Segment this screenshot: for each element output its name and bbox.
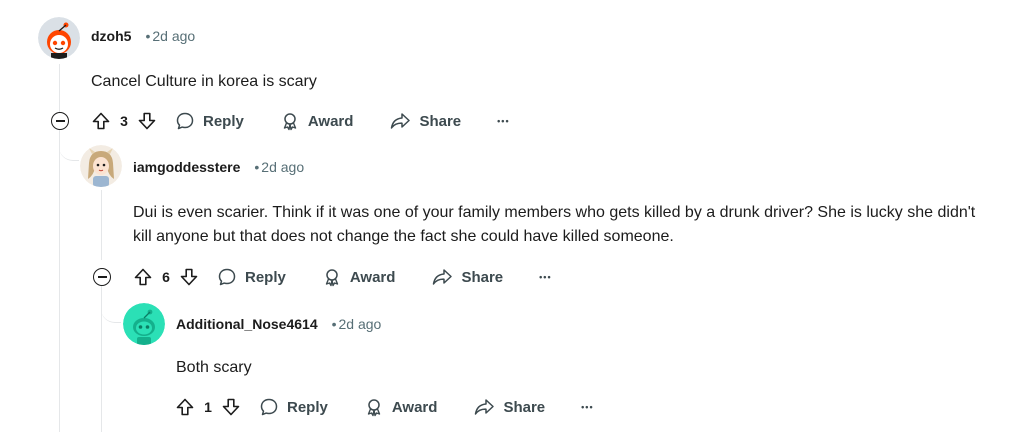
comment-actions: 6 Reply Award Share •••: [131, 261, 552, 293]
meta-separator: •: [331, 316, 337, 332]
downvote-button[interactable]: [219, 395, 243, 419]
share-button[interactable]: Share: [389, 111, 461, 131]
avatar[interactable]: [80, 145, 122, 187]
award-label: Award: [391, 398, 438, 416]
more-options-icon: •••: [497, 116, 510, 126]
meta-separator: •: [145, 28, 151, 44]
comment-header: Additional_Nose4614 • 2d ago: [176, 316, 381, 332]
timestamp[interactable]: 2d ago: [261, 159, 304, 175]
comment-bubble-icon: [176, 112, 194, 130]
downvote-button[interactable]: [135, 109, 159, 133]
meta-separator: •: [254, 159, 260, 175]
minus-icon: [97, 276, 107, 278]
reply-label: Reply: [287, 398, 328, 416]
snoo-avatar-icon: [38, 17, 80, 59]
username[interactable]: dzoh5: [91, 28, 131, 44]
downvote-icon: [180, 268, 198, 286]
vote-count: 3: [120, 113, 128, 129]
more-options-button[interactable]: •••: [497, 116, 509, 126]
reply-button[interactable]: Reply: [217, 267, 286, 287]
share-icon: [433, 269, 453, 285]
vote-group: 1: [173, 395, 243, 419]
award-icon: [325, 269, 339, 287]
minus-icon: [55, 120, 65, 122]
snoo-avatar-icon: [123, 303, 165, 345]
comment-body: Dui is even scarier. Think if it was one…: [133, 204, 976, 245]
upvote-button[interactable]: [89, 109, 113, 133]
reply-label: Reply: [203, 112, 244, 130]
comment-actions: 3 Reply Award Share •••: [89, 105, 510, 137]
comment-bubble-icon: [260, 398, 278, 416]
upvote-button[interactable]: [131, 265, 155, 289]
downvote-button[interactable]: [177, 265, 201, 289]
reply-button[interactable]: Reply: [175, 111, 244, 131]
timestamp[interactable]: 2d ago: [152, 28, 195, 44]
thread-line-level1-lower: [59, 130, 60, 432]
vote-count: 6: [162, 269, 170, 285]
share-label: Share: [503, 398, 546, 416]
vote-group: 6: [131, 265, 201, 289]
reply-button[interactable]: Reply: [259, 397, 328, 417]
more-options-button[interactable]: •••: [539, 272, 551, 282]
award-label: Award: [307, 112, 354, 130]
award-button[interactable]: Award: [364, 397, 438, 417]
vote-count: 1: [204, 399, 212, 415]
share-icon: [391, 113, 411, 129]
award-button[interactable]: Award: [280, 111, 354, 131]
share-label: Share: [461, 268, 504, 286]
timestamp[interactable]: 2d ago: [339, 316, 382, 332]
share-button[interactable]: Share: [431, 267, 503, 287]
user-avatar-icon: [80, 145, 122, 187]
thread-line-level2: [101, 190, 102, 260]
thread-line-level1: [59, 64, 60, 112]
avatar[interactable]: [123, 303, 165, 345]
vote-group: 3: [89, 109, 159, 133]
share-label: Share: [419, 112, 462, 130]
comment-actions: 1 Reply Award Share •••: [173, 391, 594, 423]
reply-label: Reply: [245, 268, 286, 286]
username[interactable]: iamgoddesstere: [133, 159, 240, 175]
avatar[interactable]: [38, 17, 80, 59]
more-options-button[interactable]: •••: [581, 402, 593, 412]
share-button[interactable]: Share: [473, 397, 545, 417]
award-button[interactable]: Award: [322, 267, 396, 287]
downvote-icon: [222, 398, 240, 416]
upvote-icon: [92, 112, 110, 130]
thread-connector-reply2: [101, 286, 121, 323]
upvote-button[interactable]: [173, 395, 197, 419]
comment-header: iamgoddesstere • 2d ago: [133, 159, 304, 175]
comment-bubble-icon: [218, 268, 236, 286]
award-icon: [283, 113, 297, 131]
upvote-icon: [134, 268, 152, 286]
comment-body: Both scary: [176, 359, 252, 376]
more-options-icon: •••: [539, 272, 552, 282]
thread-connector-reply1: [59, 130, 79, 161]
share-icon: [475, 399, 495, 415]
award-icon: [367, 399, 381, 417]
comment-body: Cancel Culture in korea is scary: [91, 73, 317, 90]
collapse-thread-button[interactable]: [51, 112, 69, 130]
award-label: Award: [349, 268, 396, 286]
comment-header: dzoh5 • 2d ago: [91, 28, 195, 44]
username[interactable]: Additional_Nose4614: [176, 316, 318, 332]
downvote-icon: [138, 112, 156, 130]
collapse-thread-button[interactable]: [93, 268, 111, 286]
more-options-icon: •••: [581, 402, 594, 412]
upvote-icon: [176, 398, 194, 416]
